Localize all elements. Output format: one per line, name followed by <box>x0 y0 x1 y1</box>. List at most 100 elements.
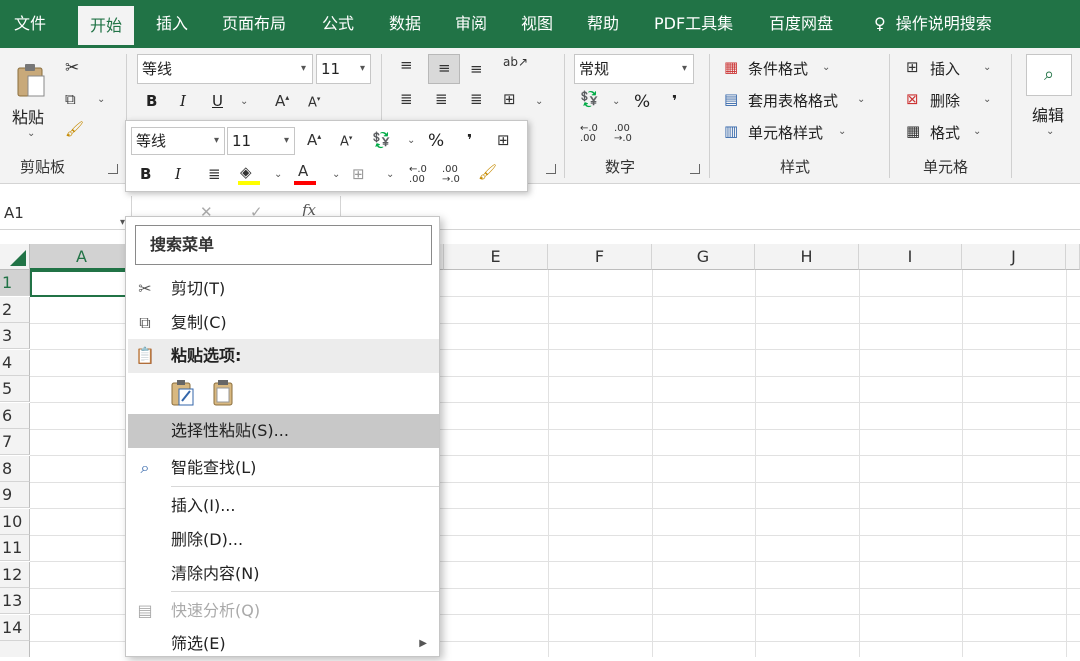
delete-cells-button[interactable]: 删除 <box>930 90 960 111</box>
table-format-button[interactable]: 套用表格格式 <box>748 90 838 111</box>
editing-button[interactable]: 编辑 <box>1032 102 1064 126</box>
currency-dropdown-icon[interactable]: ⌄ <box>612 96 620 107</box>
tab-data[interactable]: 数据 <box>389 0 421 48</box>
cell-style-icon[interactable]: ▥ <box>724 124 738 139</box>
insert-cells-button[interactable]: 插入 <box>930 58 960 79</box>
mini-italic-button[interactable]: I <box>175 165 181 183</box>
column-header-a[interactable]: A <box>30 244 134 270</box>
mini-percent-button[interactable]: % <box>428 131 444 151</box>
mini-align-center-icon[interactable]: ≣ <box>208 167 221 182</box>
menu-item-filter[interactable]: 筛选(E) ▶ <box>128 627 439 661</box>
mini-currency-dropdown-icon[interactable]: ⌄ <box>407 135 415 146</box>
menu-item-cut[interactable]: ✂ 剪切(T) <box>128 272 439 306</box>
align-center-icon[interactable]: ≣ <box>435 92 448 107</box>
tab-page-layout[interactable]: 页面布局 <box>222 0 286 48</box>
currency-icon[interactable]: 💱 <box>580 92 599 107</box>
format-cells-button[interactable]: 格式 <box>930 122 960 143</box>
row-header-3[interactable]: 3 <box>0 323 30 349</box>
mini-font-color-button[interactable]: A <box>292 163 318 187</box>
decrease-decimal-icon[interactable]: .00 →.0 <box>614 124 632 144</box>
align-top-icon[interactable]: ≡ <box>400 58 413 73</box>
merge-center-icon[interactable]: ⊞ <box>503 92 516 107</box>
tab-formulas[interactable]: 公式 <box>322 0 354 48</box>
conditional-format-icon[interactable]: ▦ <box>724 60 738 75</box>
conditional-format-button[interactable]: 条件格式 <box>748 58 808 79</box>
bold-button[interactable]: B <box>146 92 157 110</box>
row-header-13[interactable]: 13 <box>0 588 30 614</box>
column-header-e[interactable]: E <box>444 244 548 270</box>
row-header-8[interactable]: 8 <box>0 456 30 482</box>
table-format-dropdown-icon[interactable]: ⌄ <box>857 94 865 105</box>
column-header-i[interactable]: I <box>859 244 962 270</box>
alignment-launcher-icon[interactable] <box>546 164 556 174</box>
column-header-g[interactable]: G <box>652 244 755 270</box>
insert-cells-dropdown-icon[interactable]: ⌄ <box>983 62 991 73</box>
tab-help[interactable]: 帮助 <box>587 0 619 48</box>
font-size-select[interactable]: 11 ▾ <box>316 54 371 84</box>
mini-increase-decimal-icon[interactable]: ←.0.00 <box>409 165 427 185</box>
paste-dropdown-icon[interactable]: ⌄ <box>27 128 35 139</box>
tab-pdf-tools[interactable]: PDF工具集 <box>654 0 733 48</box>
menu-item-copy[interactable]: ⧉ 复制(C) <box>128 306 439 340</box>
copy-icon[interactable]: ⧉ <box>65 92 76 107</box>
tab-file[interactable]: 文件 <box>14 0 46 48</box>
increase-decimal-icon[interactable]: ←.0.00 <box>580 124 598 144</box>
paste-option-values-icon[interactable] <box>212 379 238 407</box>
tab-view[interactable]: 视图 <box>521 0 553 48</box>
cell-style-button[interactable]: 单元格样式 <box>748 122 823 143</box>
menu-item-insert[interactable]: 插入(I)... <box>128 489 439 523</box>
underline-button[interactable]: U <box>212 92 223 110</box>
search-icon[interactable]: ⌕ <box>1026 54 1072 96</box>
number-format-select[interactable]: 常规 ▾ <box>574 54 694 84</box>
menu-search-input[interactable]: 搜索菜单 <box>135 225 432 265</box>
increase-font-icon[interactable]: A▴ <box>275 94 289 109</box>
mini-font-size-select[interactable]: 11 ▾ <box>227 127 295 155</box>
mini-font-dropdown-icon[interactable]: ▾ <box>214 128 219 154</box>
row-header-5[interactable]: 5 <box>0 376 30 402</box>
clipboard-launcher-icon[interactable] <box>108 164 118 174</box>
mini-bold-button[interactable]: B <box>140 165 151 183</box>
row-header-2[interactable]: 2 <box>0 297 30 323</box>
row-header-10[interactable]: 10 <box>0 509 30 535</box>
percent-button[interactable]: % <box>634 92 650 112</box>
tell-me-search[interactable]: ♀ 操作说明搜索 <box>874 0 992 48</box>
align-middle-button[interactable]: ≡ <box>428 54 460 84</box>
mini-decrease-font-icon[interactable]: A▾ <box>340 135 352 149</box>
copy-dropdown-icon[interactable]: ⌄ <box>97 94 105 105</box>
mini-decrease-decimal-icon[interactable]: .00 →.0 <box>442 165 460 185</box>
number-format-dropdown-icon[interactable]: ▾ <box>682 55 687 83</box>
delete-cells-icon[interactable]: ⊠ <box>906 92 919 107</box>
orientation-icon[interactable]: ab↗ <box>503 56 528 68</box>
editing-dropdown-icon[interactable]: ⌄ <box>1046 126 1054 137</box>
font-name-dropdown-icon[interactable]: ▾ <box>301 55 306 83</box>
paste-button[interactable]: 粘贴 <box>12 104 44 128</box>
row-header-12[interactable]: 12 <box>0 562 30 588</box>
insert-cells-icon[interactable]: ⊞ <box>906 60 919 75</box>
mini-size-dropdown-icon[interactable]: ▾ <box>284 128 289 154</box>
menu-item-delete[interactable]: 删除(D)... <box>128 523 439 557</box>
mini-font-name-select[interactable]: 等线 ▾ <box>131 127 225 155</box>
tab-home[interactable]: 开始 <box>78 6 135 48</box>
tab-baidu-netdisk[interactable]: 百度网盘 <box>769 0 833 48</box>
underline-dropdown-icon[interactable]: ⌄ <box>240 96 248 107</box>
cut-icon[interactable]: ✂ <box>65 60 79 77</box>
row-header-15[interactable] <box>0 641 30 657</box>
row-header-9[interactable]: 9 <box>0 482 30 508</box>
cell-style-dropdown-icon[interactable]: ⌄ <box>838 126 846 137</box>
row-header-14[interactable]: 14 <box>0 615 30 641</box>
name-box[interactable]: A1 ▾ <box>0 196 132 230</box>
format-cells-dropdown-icon[interactable]: ⌄ <box>973 126 981 137</box>
column-header-f[interactable]: F <box>548 244 652 270</box>
paste-icon[interactable] <box>14 62 48 100</box>
row-header-6[interactable]: 6 <box>0 403 30 429</box>
mini-increase-font-icon[interactable]: A▴ <box>307 133 321 148</box>
mini-borders-icon[interactable]: ⊞ <box>352 167 365 182</box>
tab-insert[interactable]: 插入 <box>156 0 188 48</box>
row-header-7[interactable]: 7 <box>0 429 30 455</box>
mini-comma-button[interactable]: ❜ <box>467 131 472 149</box>
conditional-format-dropdown-icon[interactable]: ⌄ <box>822 62 830 73</box>
tab-review[interactable]: 审阅 <box>455 0 487 48</box>
table-format-icon[interactable]: ▤ <box>724 92 738 107</box>
select-all-button[interactable] <box>0 244 30 270</box>
format-cells-icon[interactable]: ▦ <box>906 124 920 139</box>
